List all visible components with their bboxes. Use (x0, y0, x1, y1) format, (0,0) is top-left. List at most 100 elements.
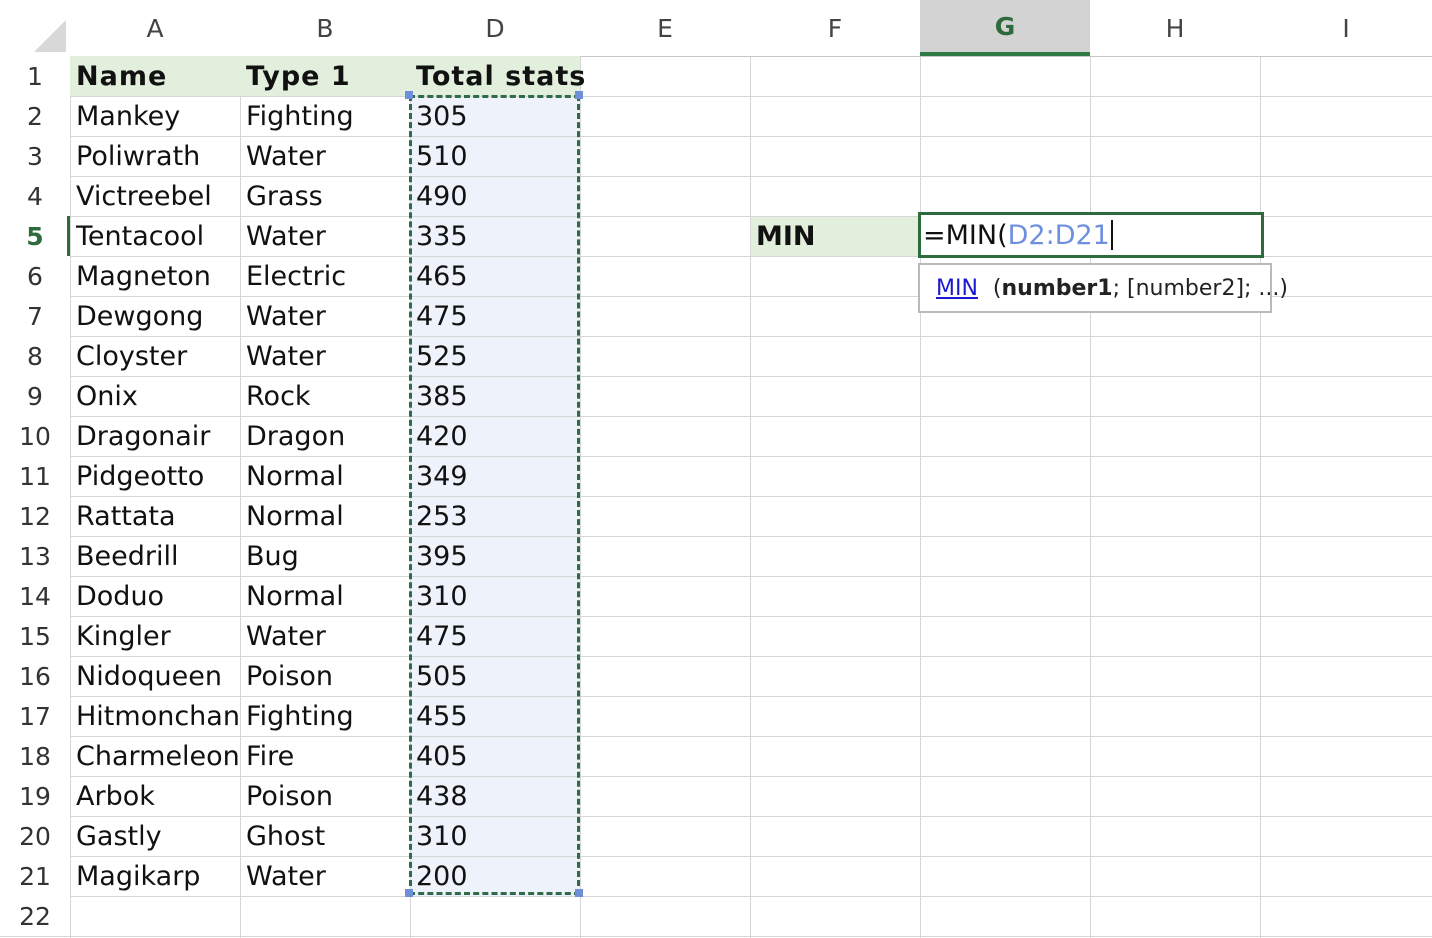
cell-a22[interactable] (70, 896, 240, 936)
row-header-8[interactable]: 8 (0, 336, 70, 376)
cell-b17[interactable]: Fighting (240, 696, 410, 736)
cell-b10[interactable]: Dragon (240, 416, 410, 456)
cell-b9[interactable]: Rock (240, 376, 410, 416)
row-header-3[interactable]: 3 (0, 136, 70, 176)
formula-prefix: =MIN( (923, 219, 1008, 251)
cell-a2[interactable]: Mankey (70, 96, 240, 136)
cell-a3[interactable]: Poliwrath (70, 136, 240, 176)
cell-a15[interactable]: Kingler (70, 616, 240, 656)
cell-b22[interactable] (240, 896, 410, 936)
gridline-vertical (1260, 0, 1261, 938)
cell-b1[interactable]: Type 1 (240, 56, 410, 96)
gridline-vertical (750, 0, 751, 938)
row-header-11[interactable]: 11 (0, 456, 70, 496)
range-handle-top-right[interactable] (575, 91, 583, 99)
row-header-2[interactable]: 2 (0, 96, 70, 136)
row-header-5[interactable]: 5 (0, 216, 70, 256)
select-all-corner[interactable] (34, 20, 66, 52)
cell-a13[interactable]: Beedrill (70, 536, 240, 576)
cell-a9[interactable]: Onix (70, 376, 240, 416)
row-header-21[interactable]: 21 (0, 856, 70, 896)
tooltip-arg-number1: number1 (1001, 275, 1113, 301)
row-header-19[interactable]: 19 (0, 776, 70, 816)
row-header-17[interactable]: 17 (0, 696, 70, 736)
spreadsheet-grid[interactable]: MIN A B D E F G H I 1 2 3 4 5 6 7 8 9 10 11 12 13 14 15 16 17 18 1… (0, 0, 1432, 938)
cell-b12[interactable]: Normal (240, 496, 410, 536)
cell-a16[interactable]: Nidoqueen (70, 656, 240, 696)
cell-a6[interactable]: Magneton (70, 256, 240, 296)
cell-b11[interactable]: Normal (240, 456, 410, 496)
gridline-vertical (920, 0, 921, 938)
column-header-h[interactable]: H (1090, 0, 1260, 56)
cell-a21[interactable]: Magikarp (70, 856, 240, 896)
row-header-13[interactable]: 13 (0, 536, 70, 576)
range-handle-top-left[interactable] (405, 91, 413, 99)
cell-a4[interactable]: Victreebel (70, 176, 240, 216)
cell-b4[interactable]: Grass (240, 176, 410, 216)
cell-b15[interactable]: Water (240, 616, 410, 656)
text-caret (1110, 220, 1113, 250)
row-header-9[interactable]: 9 (0, 376, 70, 416)
gridline-vertical (1090, 0, 1091, 938)
row-header-16[interactable]: 16 (0, 656, 70, 696)
cell-b8[interactable]: Water (240, 336, 410, 376)
cell-b20[interactable]: Ghost (240, 816, 410, 856)
row-header-6[interactable]: 6 (0, 256, 70, 296)
row-header-15[interactable]: 15 (0, 616, 70, 656)
row-header-7[interactable]: 7 (0, 296, 70, 336)
range-handle-bottom-left[interactable] (405, 889, 413, 897)
range-marquee-d2-d21 (409, 95, 580, 895)
formula-range-reference: D2:D21 (1007, 219, 1110, 251)
function-argument-tooltip: MIN (number1; [number2]; ...) (918, 263, 1288, 313)
cell-b18[interactable]: Fire (240, 736, 410, 776)
cell-a20[interactable]: Gastly (70, 816, 240, 856)
column-header-a[interactable]: A (70, 0, 240, 56)
cell-b21[interactable]: Water (240, 856, 410, 896)
column-header-d[interactable]: D (410, 0, 580, 56)
tooltip-open-paren: ( (985, 275, 1002, 301)
cell-a14[interactable]: Doduo (70, 576, 240, 616)
column-header-b[interactable]: B (240, 0, 410, 56)
gridline-vertical (580, 0, 581, 938)
cell-b2[interactable]: Fighting (240, 96, 410, 136)
cell-a19[interactable]: Arbok (70, 776, 240, 816)
cell-a8[interactable]: Cloyster (70, 336, 240, 376)
range-handle-bottom-right[interactable] (575, 889, 583, 897)
row-header-18[interactable]: 18 (0, 736, 70, 776)
cell-a1[interactable]: Name (70, 56, 240, 96)
cell-b7[interactable]: Water (240, 296, 410, 336)
cell-b6[interactable]: Electric (240, 256, 410, 296)
row-header-4[interactable]: 4 (0, 176, 70, 216)
cell-b14[interactable]: Normal (240, 576, 410, 616)
row-header-20[interactable]: 20 (0, 816, 70, 856)
row-header-22[interactable]: 22 (0, 896, 70, 936)
cell-a10[interactable]: Dragonair (70, 416, 240, 456)
cell-a5[interactable]: Tentacool (70, 216, 240, 256)
cell-a12[interactable]: Rattata (70, 496, 240, 536)
row-header-12[interactable]: 12 (0, 496, 70, 536)
cell-b19[interactable]: Poison (240, 776, 410, 816)
cell-d22[interactable] (410, 896, 580, 936)
cell-d1[interactable]: Total stats (410, 56, 585, 96)
cell-a17[interactable]: Hitmonchan (70, 696, 240, 736)
column-header-i[interactable]: I (1260, 0, 1432, 56)
function-help-link[interactable]: MIN (936, 276, 978, 301)
cell-a7[interactable]: Dewgong (70, 296, 240, 336)
row-header-1[interactable]: 1 (0, 56, 70, 96)
cell-b13[interactable]: Bug (240, 536, 410, 576)
cell-b16[interactable]: Poison (240, 656, 410, 696)
gridline-horizontal (0, 936, 1432, 937)
cell-a18[interactable]: Charmeleon (70, 736, 240, 776)
row-header-10[interactable]: 10 (0, 416, 70, 456)
column-header-g[interactable]: G (920, 0, 1090, 56)
cell-a11[interactable]: Pidgeotto (70, 456, 240, 496)
min-label-cell[interactable]: MIN (750, 216, 920, 256)
column-header-e[interactable]: E (580, 0, 750, 56)
min-label-text: MIN (756, 220, 816, 252)
active-cell-g5-editor[interactable]: =MIN(D2:D21 (918, 212, 1264, 258)
column-header-f[interactable]: F (750, 0, 920, 56)
tooltip-rest-args: ; [number2]; ...) (1112, 275, 1288, 301)
cell-b3[interactable]: Water (240, 136, 410, 176)
row-header-14[interactable]: 14 (0, 576, 70, 616)
cell-b5[interactable]: Water (240, 216, 410, 256)
